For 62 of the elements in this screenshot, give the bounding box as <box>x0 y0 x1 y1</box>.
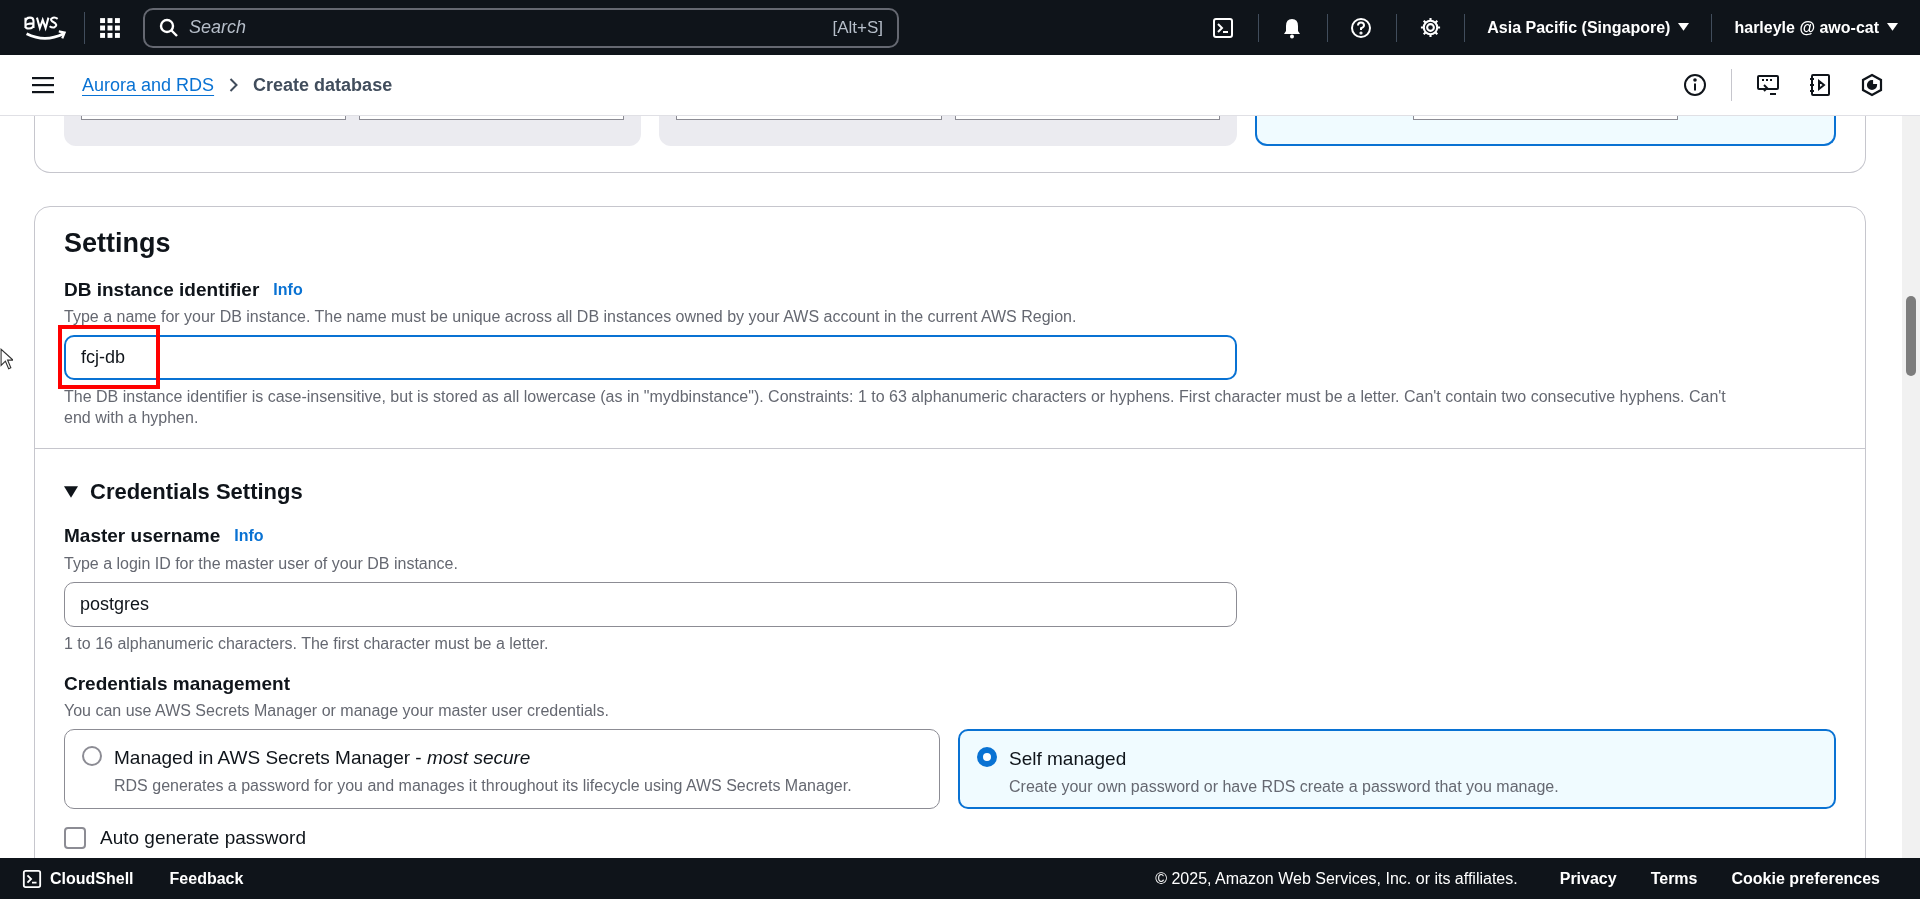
breadcrumb-current: Create database <box>253 73 393 97</box>
radio-button[interactable] <box>82 746 102 766</box>
terminal-icon[interactable] <box>1212 16 1235 39</box>
field-hint: 1 to 16 alphanumeric characters. The first character must be a letter. <box>64 633 550 654</box>
field-label: Credentials management <box>64 671 291 696</box>
shortcut-hint: [Alt+S] <box>832 16 883 39</box>
feedback-link[interactable]: Feedback <box>169 866 244 891</box>
option-description: Create your own password or have RDS create a password that you manage. <box>1009 776 1559 797</box>
input-field[interactable]: postgres <box>64 581 1237 627</box>
caret-down-icon <box>64 485 78 498</box>
chevron-right-icon <box>228 77 240 93</box>
account-menu[interactable]: harleyle @ awo-cat <box>1734 15 1898 40</box>
input-field[interactable] <box>1412 116 1678 120</box>
caret-icon <box>1678 23 1690 32</box>
field-description: Type a login ID for the master user of your DB instance. <box>64 553 459 574</box>
input-field[interactable] <box>81 116 347 120</box>
radio-button[interactable] <box>977 747 997 767</box>
footer-link[interactable]: Privacy <box>1559 866 1617 891</box>
search-bar[interactable]: Search [Alt+S] <box>143 7 899 48</box>
option-card[interactable] <box>64 116 642 146</box>
footer-link[interactable]: Terms <box>1650 866 1698 891</box>
search-field[interactable]: Search <box>189 14 823 41</box>
info-link[interactable]: Info <box>273 277 303 302</box>
info-icon[interactable] <box>1683 73 1707 97</box>
radio-option-card[interactable]: Self managed Create your own password or have RDS create a password that you manage. <box>958 729 1836 809</box>
menu-icon[interactable] <box>32 76 54 94</box>
scrollbar[interactable] <box>1902 116 1920 858</box>
section-title: Settings <box>64 227 172 260</box>
input-field[interactable]: fcj-db <box>64 335 1237 380</box>
option-label: Self managed <box>1009 747 1128 771</box>
option-description: RDS generates a password for you and manages it throughout its lifecycle using AWS Secrets Manager. <box>114 775 852 796</box>
field-description: You can use AWS Secrets Manager or manage your master user credentials. <box>64 701 610 721</box>
apps-grid-icon[interactable] <box>99 16 121 39</box>
help-icon[interactable] <box>1350 16 1373 39</box>
cloudshell-button[interactable]: CloudShell <box>22 866 134 891</box>
notebook-play-icon[interactable] <box>1808 73 1832 97</box>
scrollbar-thumb[interactable] <box>1906 296 1916 376</box>
terminal-panel-icon[interactable] <box>1756 73 1780 97</box>
hexagon-icon[interactable] <box>1860 73 1884 97</box>
field-label: Master username <box>64 524 221 548</box>
field-description: Type a name for your DB instance. The name must be unique across all DB instances owned by your AWS account in the current AWS Region. <box>64 307 1078 327</box>
settings-icon[interactable] <box>1419 16 1443 39</box>
terminal-icon <box>22 868 42 889</box>
option-label: Managed in AWS Secrets Manager - most secure <box>114 746 532 770</box>
caret-icon <box>1887 23 1898 32</box>
breadcrumb-link[interactable]: Aurora and RDS <box>82 71 215 99</box>
checkbox-label: Auto generate password <box>100 827 306 849</box>
input-field[interactable] <box>359 116 625 120</box>
radio-option-card[interactable]: Managed in AWS Secrets Manager - most secure RDS generates a password for you and manages it throughout its lifecycle using AWS Secrets Manager. <box>64 729 940 809</box>
search-icon <box>159 17 179 38</box>
region-menu[interactable]: Asia Pacific (Singapore) <box>1487 15 1690 40</box>
selected-option-card[interactable] <box>1254 116 1836 146</box>
info-link[interactable]: Info <box>234 524 264 549</box>
field-label: DB instance identifier <box>64 277 260 302</box>
field-hint: The DB instance identifier is case-insensitive, but is stored as all lowercase (as in "mydbinstance"). Constraints: 1 to 63 alphanumeric characters or hyphens. First character must be a letter. Can't contain two consecutive hyphens. Can't end with a hyphen. <box>64 387 1727 428</box>
expander-toggle[interactable]: Credentials Settings <box>64 475 303 508</box>
input-field[interactable] <box>676 116 942 120</box>
option-card[interactable] <box>659 116 1237 146</box>
checkbox[interactable] <box>64 827 86 849</box>
copyright-text: © 2025, Amazon Web Services, Inc. or its affiliates. <box>1155 868 1518 889</box>
footer-link[interactable]: Cookie preferences <box>1731 866 1880 891</box>
input-field[interactable] <box>954 116 1220 120</box>
